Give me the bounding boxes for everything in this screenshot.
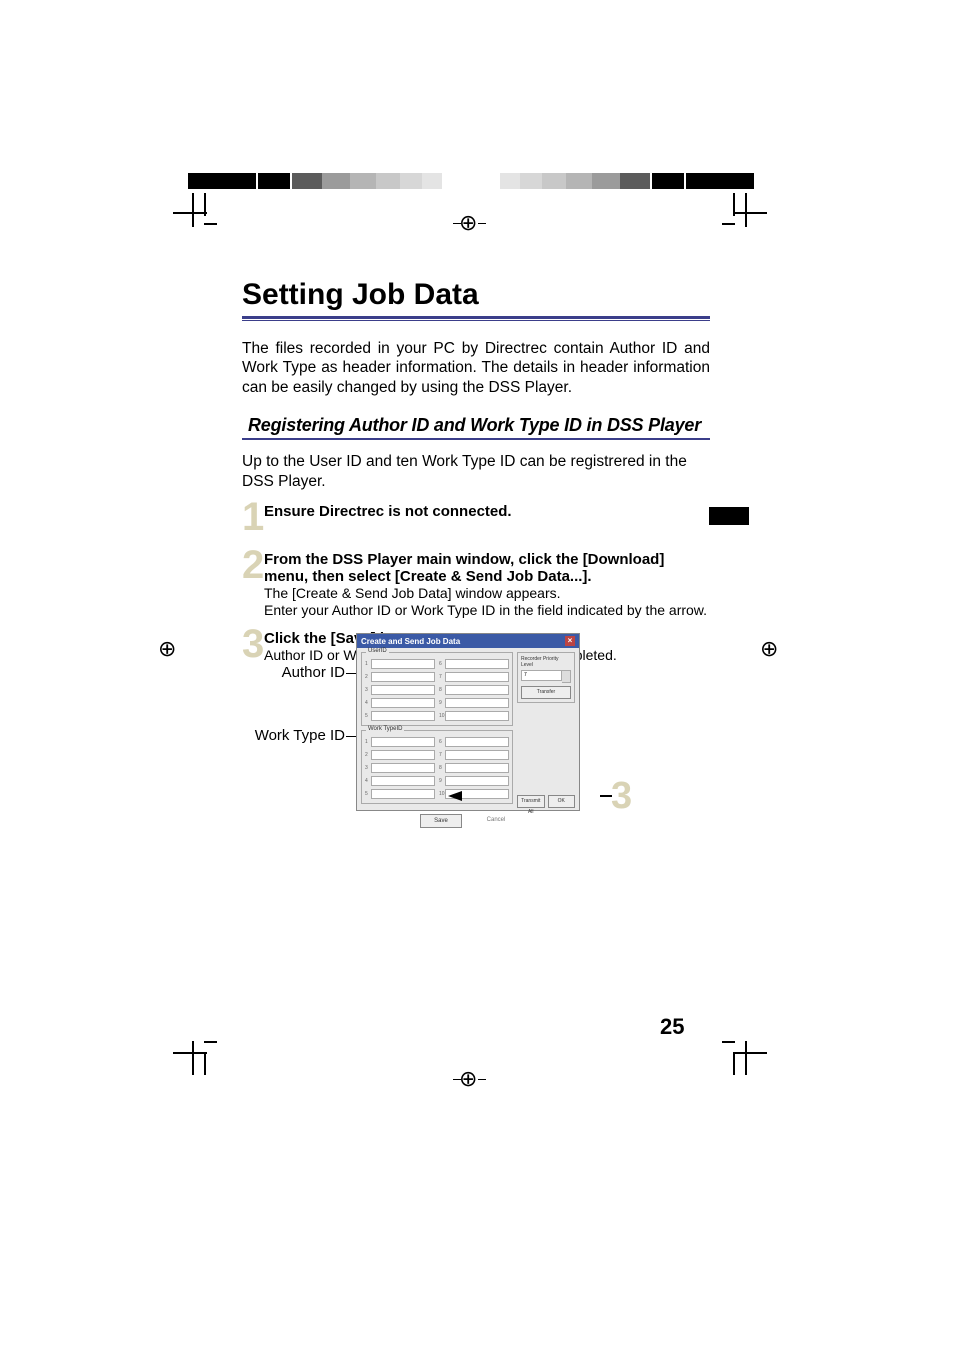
- work-type-field-1[interactable]: [371, 737, 435, 747]
- work-type-field-2[interactable]: [371, 750, 435, 760]
- user-id-field-7[interactable]: [445, 672, 509, 682]
- thumb-tab: [709, 507, 749, 525]
- step-2-title: From the DSS Player main window, click t…: [264, 551, 710, 585]
- page-number: 25: [660, 1014, 684, 1040]
- user-id-field-6[interactable]: [445, 659, 509, 669]
- cancel-button[interactable]: Cancel: [476, 814, 516, 826]
- user-id-field-9[interactable]: [445, 698, 509, 708]
- author-id-label: Author ID: [240, 664, 345, 681]
- step-number-1: 1: [242, 501, 264, 533]
- intro-paragraph: The files recorded in your PC by Directr…: [242, 339, 710, 397]
- user-id-field-3[interactable]: [371, 685, 435, 695]
- step-number-2: 2: [242, 549, 264, 581]
- work-type-field-9[interactable]: [445, 776, 509, 786]
- create-send-job-data-dialog: Create and Send Job Data × UserID 16 27 …: [356, 633, 580, 811]
- registration-mark-right: ⊕: [760, 638, 778, 660]
- work-type-id-legend: Work TypeID: [366, 726, 404, 732]
- work-type-field-5[interactable]: [371, 789, 435, 799]
- user-id-field-10[interactable]: [445, 711, 509, 721]
- work-type-field-7[interactable]: [445, 750, 509, 760]
- section-heading: Registering Author ID and Work Type ID i…: [242, 413, 710, 438]
- page-title: Setting Job Data: [242, 278, 710, 312]
- save-button[interactable]: Save: [420, 814, 462, 828]
- user-id-legend: UserID: [366, 648, 389, 654]
- user-id-field-4[interactable]: [371, 698, 435, 708]
- arrow-icon: [448, 791, 462, 801]
- close-icon[interactable]: ×: [565, 636, 575, 646]
- section-intro: Up to the User ID and ten Work Type ID c…: [242, 452, 710, 491]
- registration-mark-bottom: ⊕: [459, 1068, 477, 1090]
- user-id-field-8[interactable]: [445, 685, 509, 695]
- step-1-title: Ensure Directrec is not connected.: [264, 503, 512, 520]
- work-type-field-8[interactable]: [445, 763, 509, 773]
- transmit-all-button[interactable]: Transmit All: [517, 795, 545, 808]
- user-id-field-5[interactable]: [371, 711, 435, 721]
- transfer-button[interactable]: Transfer: [521, 686, 571, 699]
- registration-mark-left: ⊕: [158, 638, 176, 660]
- priority-label: Recorder Priority Level: [521, 656, 571, 668]
- priority-value[interactable]: 7: [521, 670, 562, 681]
- callout-3: 3: [600, 781, 632, 811]
- work-type-id-label: Work Type ID: [240, 727, 345, 744]
- step-2-text: The [Create & Send Job Data] window appe…: [264, 585, 710, 620]
- registration-mark-top: ⊕: [459, 212, 477, 234]
- step-number-3: 3: [242, 628, 264, 660]
- ok-button[interactable]: OK: [548, 795, 576, 808]
- priority-spinner[interactable]: [562, 670, 571, 683]
- work-type-field-4[interactable]: [371, 776, 435, 786]
- user-id-field-2[interactable]: [371, 672, 435, 682]
- work-type-field-3[interactable]: [371, 763, 435, 773]
- dialog-title: Create and Send Job Data: [361, 637, 460, 646]
- user-id-field-1[interactable]: [371, 659, 435, 669]
- work-type-field-6[interactable]: [445, 737, 509, 747]
